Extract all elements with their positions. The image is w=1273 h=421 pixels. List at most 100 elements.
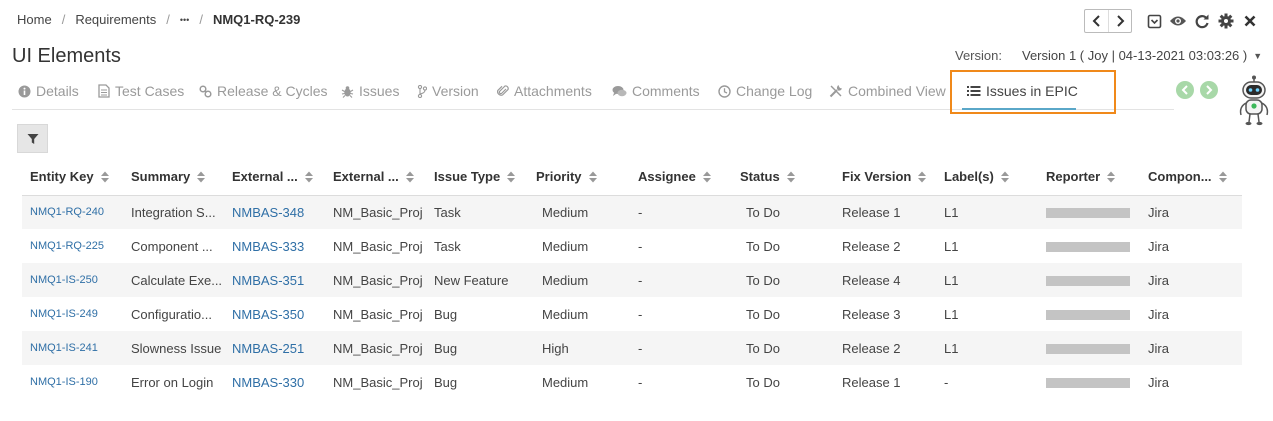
column-header[interactable]: Status: [732, 159, 834, 196]
sort-icon[interactable]: [588, 171, 597, 183]
refresh-button[interactable]: [1190, 9, 1214, 33]
column-header[interactable]: Fix Version: [834, 159, 936, 196]
external-key-link[interactable]: NMBAS-251: [224, 331, 325, 365]
breadcrumb-requirements[interactable]: Requirements: [75, 12, 156, 27]
tab-issues[interactable]: Issues: [341, 72, 399, 110]
next-record-button[interactable]: [1108, 10, 1131, 32]
labels-cell: L1: [944, 306, 959, 322]
tab-attachments[interactable]: Attachments: [497, 72, 592, 110]
tab-release-cycles[interactable]: Release & Cycles: [199, 72, 328, 110]
column-header-label: Entity Key: [30, 169, 94, 185]
table-row[interactable]: NMQ1-IS-190 Error on Login NMBAS-330 NM_Bas…: [22, 365, 1242, 399]
fix-version-cell: Release 1: [842, 374, 901, 390]
external-key-link[interactable]: NMBAS-351: [224, 263, 325, 297]
column-header[interactable]: Compon...: [1140, 159, 1242, 196]
issue-type-cell: Bug: [434, 374, 458, 390]
table-header-row: Entity Key Summary External ... External ..…: [22, 159, 1242, 196]
entity-key-link[interactable]: NMQ1-IS-250: [22, 263, 123, 297]
column-header[interactable]: External ...: [224, 159, 325, 196]
filter-button[interactable]: [17, 124, 48, 153]
labels-cell: L1: [944, 204, 959, 220]
priority-cell: Medium: [542, 238, 589, 254]
tab-change-log[interactable]: Change Log: [718, 72, 812, 110]
robot-assistant-icon[interactable]: [1234, 75, 1273, 127]
table-body: NMQ1-RQ-240 Integration S... NMBAS-348 NM_B…: [22, 195, 1242, 399]
column-header[interactable]: External ...: [325, 159, 426, 196]
column-header[interactable]: Summary: [123, 159, 224, 196]
tab-label: Comments: [632, 83, 700, 99]
entity-key-link[interactable]: NMQ1-IS-190: [22, 365, 123, 399]
previous-record-button[interactable]: [1085, 10, 1108, 32]
sort-icon[interactable]: [702, 171, 711, 183]
tab-combined-view[interactable]: Combined View: [829, 72, 946, 110]
external-key-link[interactable]: NMBAS-350: [224, 297, 325, 331]
active-tab-underline: [962, 108, 1076, 110]
scroll-tabs-right-button[interactable]: [1200, 81, 1218, 99]
external-key-link[interactable]: NMBAS-348: [224, 195, 325, 229]
component-cell: Jira: [1148, 272, 1169, 288]
reporter-cell: [1038, 229, 1140, 263]
column-header-label: External ...: [333, 169, 399, 185]
sort-icon[interactable]: [1000, 171, 1009, 183]
sort-icon[interactable]: [100, 171, 109, 183]
tab-details[interactable]: Details: [18, 72, 79, 110]
sort-icon[interactable]: [918, 171, 927, 183]
table-row[interactable]: NMQ1-RQ-240 Integration S... NMBAS-348 NM_B…: [22, 195, 1242, 229]
labels-cell: L1: [944, 272, 959, 288]
column-header-label: Compon...: [1148, 169, 1212, 185]
external-key-link[interactable]: NMBAS-330: [224, 365, 325, 399]
sort-icon[interactable]: [507, 171, 516, 183]
external-key-link[interactable]: NMBAS-333: [224, 229, 325, 263]
scroll-tabs-left-button[interactable]: [1176, 81, 1194, 99]
entity-key-link[interactable]: NMQ1-IS-249: [22, 297, 123, 331]
save-button[interactable]: [1142, 9, 1166, 33]
breadcrumb-more[interactable]: •••: [180, 15, 189, 25]
tab-version[interactable]: Version: [417, 72, 479, 110]
table-row[interactable]: NMQ1-IS-241 Slowness Issue NMBAS-251 NM_Bas…: [22, 331, 1242, 365]
column-header[interactable]: Reporter: [1038, 159, 1140, 196]
entity-key-link[interactable]: NMQ1-RQ-225: [22, 229, 123, 263]
sort-icon[interactable]: [197, 171, 206, 183]
reporter-cell: [1038, 297, 1140, 331]
chevron-right-icon: [1117, 15, 1125, 27]
breadcrumb: Home / Requirements / ••• / NMQ1-RQ-239: [17, 12, 300, 27]
column-header-label: External ...: [232, 169, 298, 185]
watch-button[interactable]: [1166, 9, 1190, 33]
table-row[interactable]: NMQ1-IS-250 Calculate Exe... NMBAS-351 NM_B…: [22, 263, 1242, 297]
column-header[interactable]: Assignee: [630, 159, 732, 196]
entity-key-link[interactable]: NMQ1-IS-241: [22, 331, 123, 365]
column-header[interactable]: Priority: [528, 159, 630, 196]
column-header-label: Label(s): [944, 169, 994, 185]
sort-icon[interactable]: [1218, 171, 1227, 183]
labels-cell: L1: [944, 238, 959, 254]
sort-icon[interactable]: [405, 171, 414, 183]
version-dropdown[interactable]: Version 1 ( Joy | 04-13-2021 03:03:26 ): [1022, 48, 1247, 63]
version-selector: Version: Version 1 ( Joy | 04-13-2021 03…: [955, 48, 1262, 63]
sort-icon[interactable]: [786, 171, 795, 183]
reporter-cell: [1038, 365, 1140, 399]
close-button[interactable]: [1238, 9, 1262, 33]
table-row[interactable]: NMQ1-RQ-225 Component ... NMBAS-333 NM_Basi…: [22, 229, 1242, 263]
chevron-left-icon: [1181, 85, 1188, 95]
fix-version-cell: Release 1: [842, 204, 901, 220]
column-header[interactable]: Entity Key: [22, 159, 123, 196]
caret-down-icon[interactable]: ▼: [1253, 51, 1262, 61]
tab-test-cases[interactable]: Test Cases: [98, 72, 184, 110]
document-icon: [98, 84, 110, 98]
entity-key-link[interactable]: NMQ1-RQ-240: [22, 195, 123, 229]
column-header-label: Summary: [131, 169, 191, 185]
settings-button[interactable]: [1214, 9, 1238, 33]
refresh-icon: [1195, 14, 1209, 29]
priority-cell: Medium: [542, 374, 589, 390]
column-header[interactable]: Issue Type: [426, 159, 528, 196]
tab-comments[interactable]: Comments: [612, 72, 700, 110]
table-row[interactable]: NMQ1-IS-249 Configuratio... NMBAS-350 NM_Ba…: [22, 297, 1242, 331]
chevron-left-icon: [1092, 15, 1100, 27]
assignee-cell: -: [638, 306, 643, 322]
column-header[interactable]: Label(s): [936, 159, 1038, 196]
sort-icon[interactable]: [304, 171, 313, 183]
sort-icon[interactable]: [1107, 171, 1116, 183]
comments-icon: [612, 85, 627, 96]
breadcrumb-home[interactable]: Home: [17, 12, 52, 27]
issue-type-cell: Task: [434, 238, 461, 254]
